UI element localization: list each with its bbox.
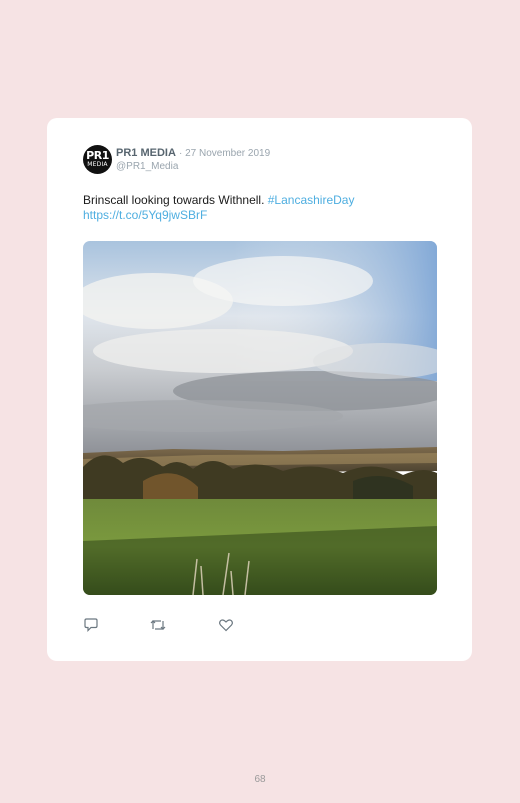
like-icon[interactable] (218, 617, 236, 633)
tweet-url-link[interactable]: https://t.co/5Yq9jwSBrF (83, 208, 207, 222)
avatar-logo-top: PR1 (86, 149, 109, 162)
author-name[interactable]: PR1 MEDIA (116, 147, 176, 159)
tweet-card: PR1 MEDIA PR1 MEDIA · 27 November 2019 @… (47, 118, 472, 661)
tweet-date[interactable]: · 27 November 2019 (179, 148, 270, 159)
landscape-photo-image (83, 241, 437, 595)
tweet-text: Brinscall looking towards Withnell. #Lan… (83, 193, 433, 223)
reply-icon[interactable] (83, 617, 101, 633)
page-number: 68 (254, 774, 266, 785)
author-line: PR1 MEDIA · 27 November 2019 (116, 147, 270, 159)
retweet-icon[interactable] (149, 617, 167, 633)
hashtag-link[interactable]: #LancashireDay (268, 193, 355, 207)
author-handle[interactable]: @PR1_Media (116, 161, 178, 172)
tweet-photo[interactable] (83, 241, 437, 595)
tweet-body: Brinscall looking towards Withnell. (83, 193, 265, 207)
avatar[interactable]: PR1 MEDIA (83, 145, 112, 174)
avatar-logo-bottom: MEDIA (87, 161, 108, 168)
